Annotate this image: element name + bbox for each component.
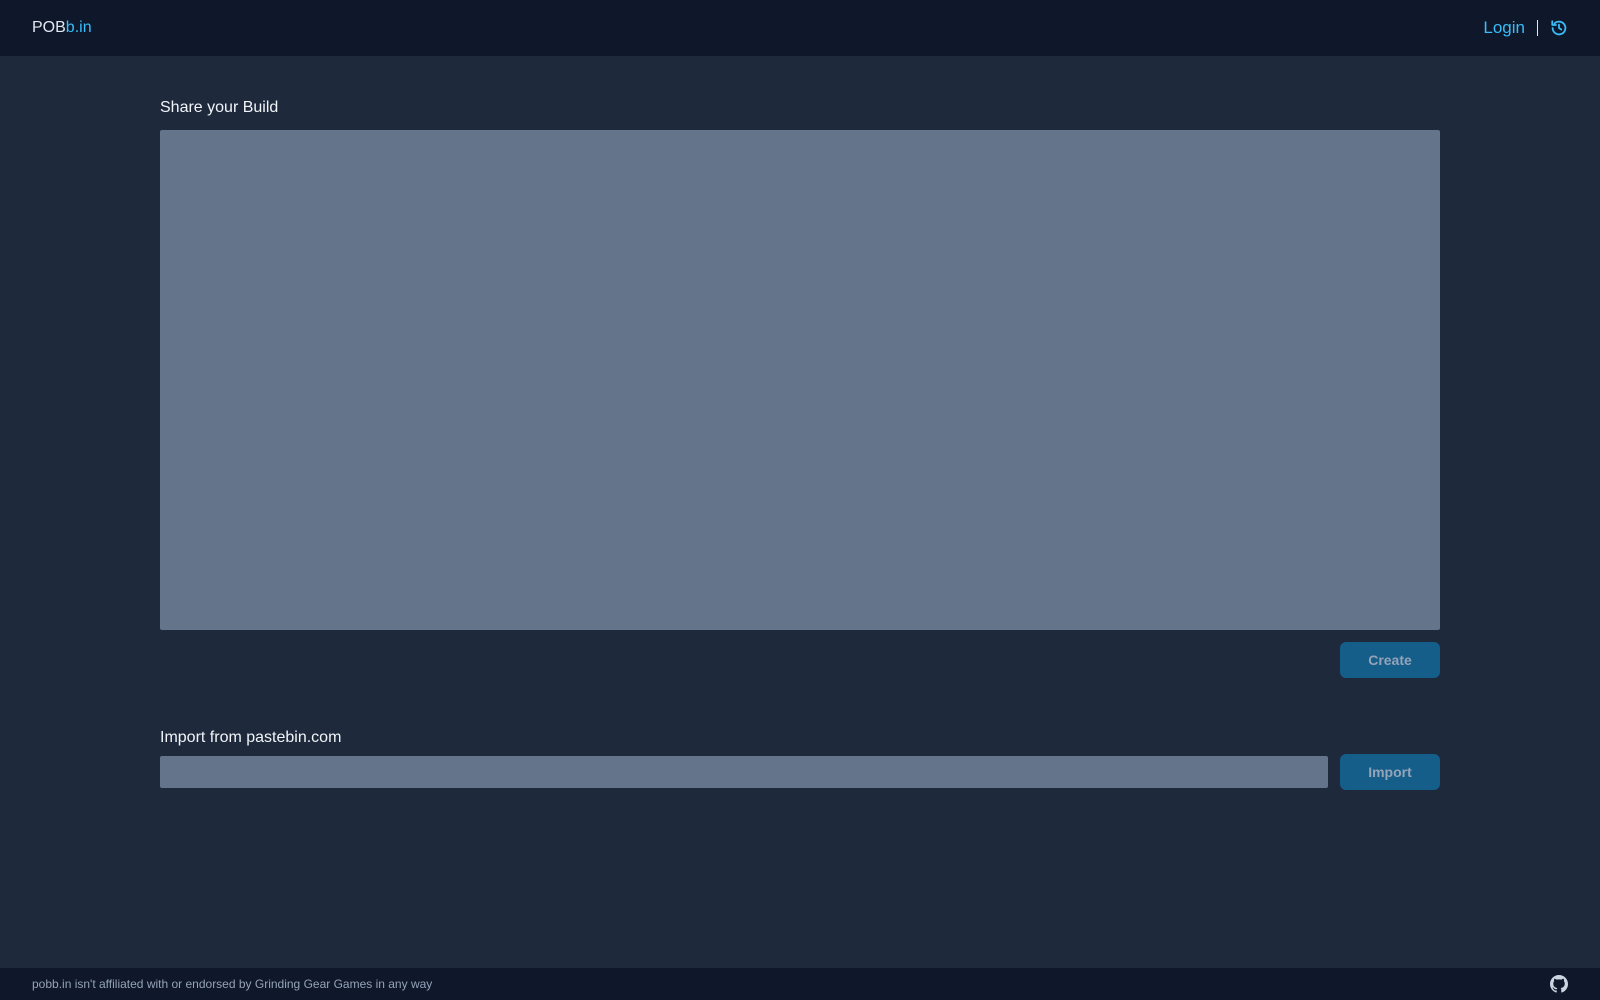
main-content: Share your Build Create Import from past… (160, 96, 1440, 790)
create-button[interactable]: Create (1340, 642, 1440, 678)
footer-disclaimer: pobb.in isn't affiliated with or endorse… (32, 977, 433, 991)
logo-text-accent: b.in (65, 19, 92, 36)
build-code-textarea[interactable] (160, 130, 1440, 630)
share-build-section: Share your Build Create (160, 96, 1440, 678)
history-icon[interactable] (1550, 19, 1568, 37)
nav-divider (1537, 20, 1538, 36)
import-row: Import (160, 754, 1440, 790)
import-section: Import from pastebin.com Import (160, 726, 1440, 790)
import-button[interactable]: Import (1340, 754, 1440, 790)
top-navbar: POB b.in Login (0, 0, 1600, 56)
login-link[interactable]: Login (1483, 18, 1525, 38)
site-logo[interactable]: POB b.in (32, 19, 92, 37)
footer: pobb.in isn't affiliated with or endorse… (0, 968, 1600, 1000)
import-title: Import from pastebin.com (160, 729, 342, 746)
create-row: Create (160, 642, 1440, 678)
logo-text-main: POB (32, 19, 66, 36)
pastebin-url-input[interactable] (160, 756, 1328, 788)
github-icon[interactable] (1550, 975, 1568, 993)
share-build-title: Share your Build (160, 99, 279, 116)
nav-right: Login (1483, 18, 1568, 38)
